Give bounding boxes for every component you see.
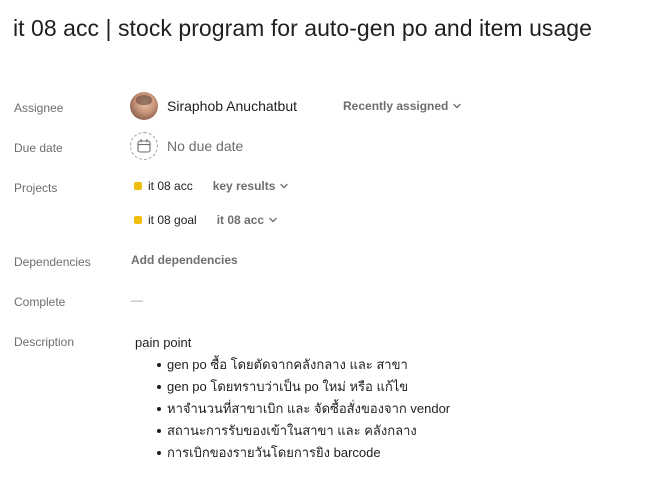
description-heading: pain point bbox=[135, 335, 192, 350]
list-item: gen po โดยทราบว่าเป็น po ใหม่ หรือ แก้ไข bbox=[157, 376, 450, 398]
chevron-down-icon bbox=[452, 101, 462, 111]
project-section-dropdown[interactable]: key results bbox=[213, 179, 290, 193]
list-item: หาจำนวนที่สาขาเบิก และ จัดซื้อสั่งของจาก… bbox=[157, 398, 450, 420]
dependencies-label: Dependencies bbox=[14, 255, 91, 269]
recently-assigned-label: Recently assigned bbox=[343, 99, 449, 113]
project-name[interactable]: it 08 acc bbox=[148, 179, 193, 193]
assignee-label: Assignee bbox=[14, 101, 64, 115]
dependencies-row: Add dependencies bbox=[131, 253, 238, 267]
user-avatar[interactable] bbox=[130, 92, 158, 120]
task-title[interactable]: it 08 acc | stock program for auto-gen p… bbox=[13, 12, 592, 44]
project-row-1: it 08 acc key results bbox=[134, 179, 289, 193]
project-section-dropdown[interactable]: it 08 acc bbox=[217, 213, 278, 227]
list-item: การเบิกของรายวันโดยการยิง barcode bbox=[157, 442, 450, 464]
project-section-label: key results bbox=[212, 179, 276, 193]
assignee-row: Siraphob Anuchatbut Recently assigned bbox=[130, 92, 462, 120]
description-label: Description bbox=[14, 335, 75, 349]
chevron-down-icon bbox=[279, 181, 289, 191]
project-color-dot bbox=[134, 216, 142, 224]
project-name[interactable]: it 08 goal bbox=[148, 213, 197, 227]
due-date-row[interactable]: No due date bbox=[130, 132, 243, 160]
project-color-dot bbox=[134, 182, 142, 190]
due-date-value[interactable]: No due date bbox=[167, 138, 243, 154]
assignee-name[interactable]: Siraphob Anuchatbut bbox=[167, 98, 297, 114]
calendar-icon[interactable] bbox=[130, 132, 158, 160]
recently-assigned-dropdown[interactable]: Recently assigned bbox=[343, 99, 462, 113]
complete-value[interactable]: — bbox=[131, 293, 143, 307]
list-item: gen po ซื้อ โดยตัดจากคลังกลาง และ สาขา bbox=[157, 354, 450, 376]
add-dependencies-button[interactable]: Add dependencies bbox=[131, 253, 238, 267]
projects-label: Projects bbox=[14, 181, 58, 195]
complete-row: — bbox=[131, 293, 143, 307]
due-date-label: Due date bbox=[14, 141, 63, 155]
project-section-label: it 08 acc bbox=[216, 213, 265, 227]
project-row-2: it 08 goal it 08 acc bbox=[134, 213, 278, 227]
complete-label: Complete bbox=[14, 295, 66, 309]
chevron-down-icon bbox=[268, 215, 278, 225]
description-list: gen po ซื้อ โดยตัดจากคลังกลาง และ สาขา g… bbox=[135, 354, 450, 464]
list-item: สถานะการรับของเข้าในสาขา และ คลังกลาง bbox=[157, 420, 450, 442]
description-editor[interactable]: pain point gen po ซื้อ โดยตัดจากคลังกลาง… bbox=[135, 332, 450, 464]
